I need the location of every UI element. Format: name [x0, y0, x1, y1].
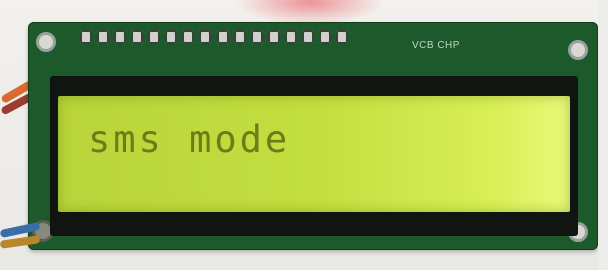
board-marking: VCB CHP	[412, 40, 460, 51]
lcd-line-1: sms mode	[88, 118, 291, 161]
photo-scene: VCB CHP sms mode	[0, 0, 608, 270]
mounting-hole-top-left	[36, 32, 56, 52]
header-pin	[216, 30, 229, 44]
header-pin	[335, 30, 348, 44]
header-pin	[165, 30, 178, 44]
header-pin	[148, 30, 161, 44]
header-pin	[97, 30, 110, 44]
header-pin	[199, 30, 212, 44]
lcd-screen: sms mode	[58, 96, 570, 212]
header-pin	[80, 30, 92, 44]
header-pin	[233, 30, 246, 44]
header-pin	[318, 30, 331, 44]
header-pin	[284, 30, 297, 44]
lcd-module-board: VCB CHP sms mode	[28, 22, 598, 250]
header-pin	[301, 30, 314, 44]
header-pin	[114, 30, 127, 44]
mounting-hole-top-right	[568, 40, 588, 60]
photo-border	[598, 0, 608, 270]
header-pins	[80, 30, 348, 46]
lcd-bezel: sms mode	[50, 76, 578, 236]
header-pin	[131, 30, 144, 44]
header-pin	[250, 30, 263, 44]
header-pin	[182, 30, 195, 44]
header-pin	[267, 30, 280, 44]
